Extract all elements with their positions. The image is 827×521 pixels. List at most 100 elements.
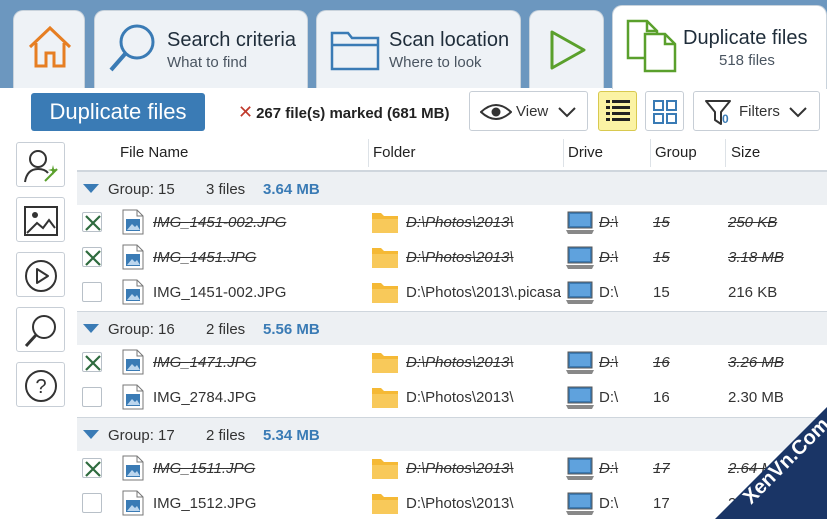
folder-cell: D:\Photos\2013\ — [406, 495, 514, 512]
group-size: 5.56 MB — [263, 321, 320, 338]
group-header[interactable]: Group: 15 3 files 3.64 MB — [77, 171, 827, 205]
drive-cell: D:\ — [599, 214, 619, 231]
view-label: View — [516, 103, 549, 120]
column-separator[interactable] — [563, 139, 564, 167]
file-name-cell: IMG_1471.JPG — [153, 354, 257, 371]
drive-cell: D:\ — [599, 354, 619, 371]
table-row[interactable]: IMG_1451-002.JPG D:\Photos\2013\.picasaor… — [77, 275, 827, 310]
drive-icon — [566, 246, 594, 269]
tab-search-criteria[interactable]: Search criteria What to find — [94, 10, 308, 88]
row-checkbox[interactable] — [82, 212, 102, 232]
column-header-size[interactable]: Size — [731, 144, 760, 161]
drive-icon — [566, 281, 594, 304]
drive-cell: D:\ — [599, 389, 619, 406]
folder-icon — [372, 248, 398, 268]
collapse-triangle-icon[interactable] — [83, 184, 99, 193]
drive-icon — [566, 211, 594, 234]
filters-button[interactable]: 0 Filters — [693, 91, 820, 131]
group-count: 2 files — [206, 427, 246, 444]
folder-icon — [372, 494, 398, 514]
sidebar-user-wizard[interactable] — [16, 142, 65, 187]
row-checkbox[interactable] — [82, 282, 102, 302]
row-checkbox[interactable] — [82, 458, 102, 478]
tab-duplicate-files[interactable]: Duplicate files 518 files — [612, 5, 827, 89]
image-file-icon — [122, 384, 144, 410]
group-cell: 15 — [653, 249, 670, 266]
image-file-icon — [122, 455, 144, 481]
list-view-icon — [606, 100, 630, 121]
column-header-drive[interactable]: Drive — [568, 144, 603, 161]
row-checkbox[interactable] — [82, 352, 102, 372]
row-checkbox[interactable] — [82, 247, 102, 267]
close-icon[interactable]: ✕ — [238, 102, 253, 122]
duplicate-files-icon — [626, 19, 677, 73]
checkmark-icon — [85, 215, 101, 231]
checkmark-icon — [85, 355, 101, 371]
details-view-toggle[interactable] — [598, 91, 637, 131]
image-icon — [24, 206, 58, 236]
watermark-logo: XenVn.Com — [715, 407, 827, 519]
group-cell: 17 — [653, 495, 670, 512]
tab-home[interactable] — [13, 10, 85, 88]
file-name-cell: IMG_1451-002.JPG — [153, 214, 287, 231]
home-icon — [28, 25, 72, 68]
tab-run-scan[interactable] — [529, 10, 604, 88]
folder-icon — [372, 213, 398, 233]
file-name-cell: IMG_1451.JPG — [153, 249, 257, 266]
watermark: XenVn.Com — [687, 379, 827, 519]
group-label: Group: 15 — [108, 181, 175, 198]
checkmark-icon — [85, 250, 101, 266]
group-header[interactable]: Group: 16 2 files 5.56 MB — [77, 311, 827, 345]
group-count: 3 files — [206, 181, 246, 198]
file-name-cell: IMG_2784.JPG — [153, 389, 257, 406]
column-separator[interactable] — [725, 139, 726, 167]
folder-icon — [330, 31, 380, 71]
filters-label: Filters — [739, 103, 780, 120]
sidebar-help[interactable]: ? — [16, 362, 65, 407]
tab-scan-location[interactable]: Scan location Where to look — [316, 10, 521, 88]
sidebar-search[interactable] — [16, 307, 65, 352]
marked-summary-text: 267 file(s) marked (681 MB) — [256, 105, 450, 122]
group-cell: 17 — [653, 460, 670, 477]
file-name-cell: IMG_1451-002.JPG — [153, 284, 287, 301]
column-separator[interactable] — [368, 139, 369, 167]
sidebar-media[interactable] — [16, 252, 65, 297]
drive-cell: D:\ — [599, 249, 619, 266]
column-separator[interactable] — [650, 139, 651, 167]
folder-icon — [372, 353, 398, 373]
image-file-icon — [122, 279, 144, 305]
row-checkbox[interactable] — [82, 493, 102, 513]
view-button[interactable]: View — [469, 91, 588, 131]
marked-summary: ✕ 267 file(s) marked (681 MB) — [238, 102, 450, 123]
magnifier-icon — [109, 24, 155, 72]
search-icon — [24, 315, 56, 348]
file-name-cell: IMG_1511.JPG — [153, 460, 256, 477]
play-circle-icon — [25, 260, 57, 292]
collapse-triangle-icon[interactable] — [83, 430, 99, 439]
filters-count-badge: 0 — [722, 112, 729, 126]
drive-icon — [566, 386, 594, 409]
drive-cell: D:\ — [599, 495, 619, 512]
row-checkbox[interactable] — [82, 387, 102, 407]
group-size: 3.64 MB — [263, 181, 320, 198]
sidebar-images[interactable] — [16, 197, 65, 242]
group-cell: 15 — [653, 214, 670, 231]
column-header-group[interactable]: Group — [655, 144, 697, 161]
help-icon: ? — [25, 370, 57, 402]
tab-duplicates-title: Duplicate files — [683, 27, 808, 49]
table-row[interactable]: IMG_1471.JPG D:\Photos\2013\ D:\ 16 3.26 MB — [77, 345, 827, 380]
table-row[interactable]: IMG_1451-002.JPG D:\Photos\2013\ D:\ 15 250 … — [77, 205, 827, 240]
collapse-triangle-icon[interactable] — [83, 324, 99, 333]
size-cell: 216 KB — [728, 284, 778, 301]
group-label: Group: 17 — [108, 427, 175, 444]
column-header-file-name[interactable]: File Name — [120, 144, 188, 161]
eye-icon — [480, 104, 512, 120]
grid-view-toggle[interactable] — [645, 91, 684, 131]
folder-icon — [372, 283, 398, 303]
folder-cell: D:\Photos\2013\.picasaoriginals\ — [406, 284, 561, 301]
drive-icon — [566, 351, 594, 374]
image-file-icon — [122, 490, 144, 516]
table-row[interactable]: IMG_1451.JPG D:\Photos\2013\ D:\ 15 3.18 MB — [77, 240, 827, 275]
top-tab-strip: Search criteria What to find Scan locati… — [0, 0, 827, 89]
column-header-folder[interactable]: Folder — [373, 144, 416, 161]
